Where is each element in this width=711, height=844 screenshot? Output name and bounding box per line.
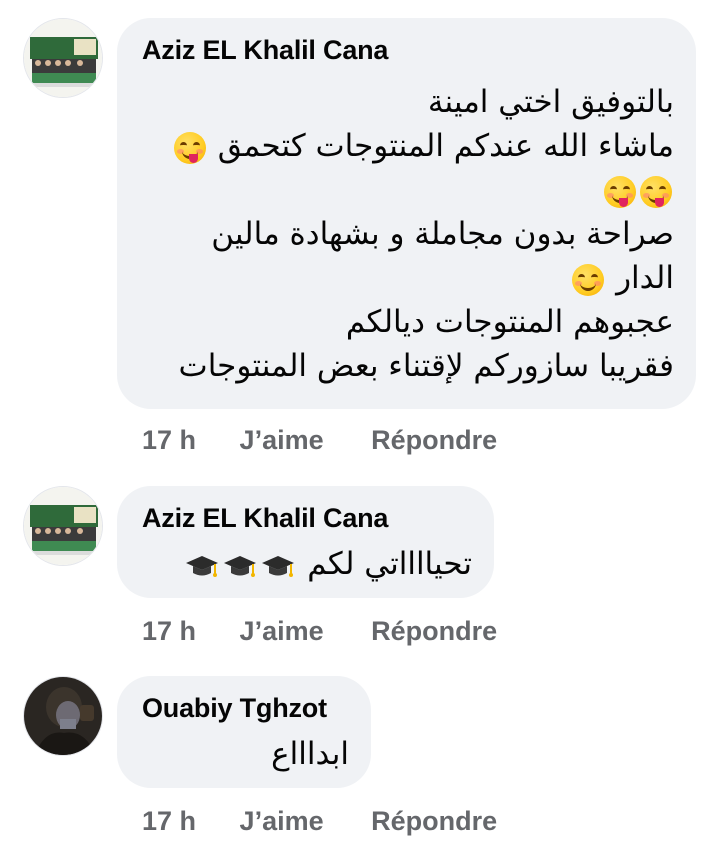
comment-bubble: Aziz EL Khalil Cana تحيااااتي لكم	[117, 486, 494, 598]
like-button[interactable]: J’aime	[240, 616, 324, 647]
avatar-photo-icon	[24, 19, 102, 97]
graduation-cap-emoji-icon	[186, 555, 219, 577]
comment-timestamp[interactable]: 17 h	[142, 806, 196, 837]
comment-line: الدار	[616, 260, 674, 296]
avatar[interactable]	[23, 18, 103, 98]
comment-emoji-line	[172, 168, 674, 212]
comments-thread: Aziz EL Khalil Cana بالتوفيق اختي امينة …	[0, 0, 711, 844]
comment-author[interactable]: Ouabiy Tghzot	[142, 693, 327, 724]
comment-line: بالتوفيق اختي امينة	[427, 84, 674, 120]
like-button[interactable]: J’aime	[240, 425, 324, 456]
graduation-cap-emoji-icon	[224, 555, 257, 577]
face-savoring-food-emoji-icon	[604, 175, 636, 208]
comment-actions: 17 h J’aime Répondre	[142, 616, 497, 647]
comment-bubble: Aziz EL Khalil Cana بالتوفيق اختي امينة …	[117, 18, 696, 409]
comment-line-with-emoji: تحيااااتي لكم	[183, 542, 472, 586]
comment-text: بالتوفيق اختي امينة ماشاء الله عندكم الم…	[172, 80, 674, 388]
comment-timestamp[interactable]: 17 h	[142, 425, 196, 456]
comment-line: تحيااااتي لكم	[307, 546, 472, 582]
comment-text: ابداااع	[271, 732, 349, 776]
comment-line-with-emoji: الدار	[172, 256, 674, 300]
graduation-cap-emoji-icon	[262, 555, 295, 577]
comment-bubble: Ouabiy Tghzot ابداااع	[117, 676, 371, 788]
comment-text: تحيااااتي لكم	[183, 542, 472, 586]
comment-timestamp[interactable]: 17 h	[142, 616, 196, 647]
comment-author[interactable]: Aziz EL Khalil Cana	[142, 503, 388, 534]
face-savoring-food-emoji-icon	[173, 131, 206, 164]
avatar[interactable]	[23, 486, 103, 566]
reply-button[interactable]: Répondre	[371, 425, 497, 456]
comment-line: عجبوهم المنتوجات ديالكم	[345, 304, 674, 340]
comment-actions: 17 h J’aime Répondre	[142, 806, 497, 837]
avatar-photo-icon	[24, 677, 102, 755]
avatar-photo-icon	[24, 487, 102, 565]
avatar[interactable]	[23, 676, 103, 756]
comment-author[interactable]: Aziz EL Khalil Cana	[142, 35, 388, 66]
comment-line: صراحة بدون مجاملة و بشهادة مالين	[211, 216, 674, 252]
comment-line: ابداااع	[271, 736, 349, 772]
like-button[interactable]: J’aime	[240, 806, 324, 837]
comment-line: فقريبا سازوركم لإقتناء بعض المنتوجات	[178, 348, 674, 384]
face-savoring-food-emoji-icon	[640, 175, 672, 208]
smiling-face-emoji-icon	[572, 263, 605, 296]
comment-actions: 17 h J’aime Répondre	[142, 425, 497, 456]
reply-button[interactable]: Répondre	[371, 616, 497, 647]
comment-line: ماشاء الله عندكم المنتوجات كتحمق	[217, 128, 674, 164]
comment-line-with-emoji: ماشاء الله عندكم المنتوجات كتحمق	[172, 124, 674, 168]
reply-button[interactable]: Répondre	[371, 806, 497, 837]
